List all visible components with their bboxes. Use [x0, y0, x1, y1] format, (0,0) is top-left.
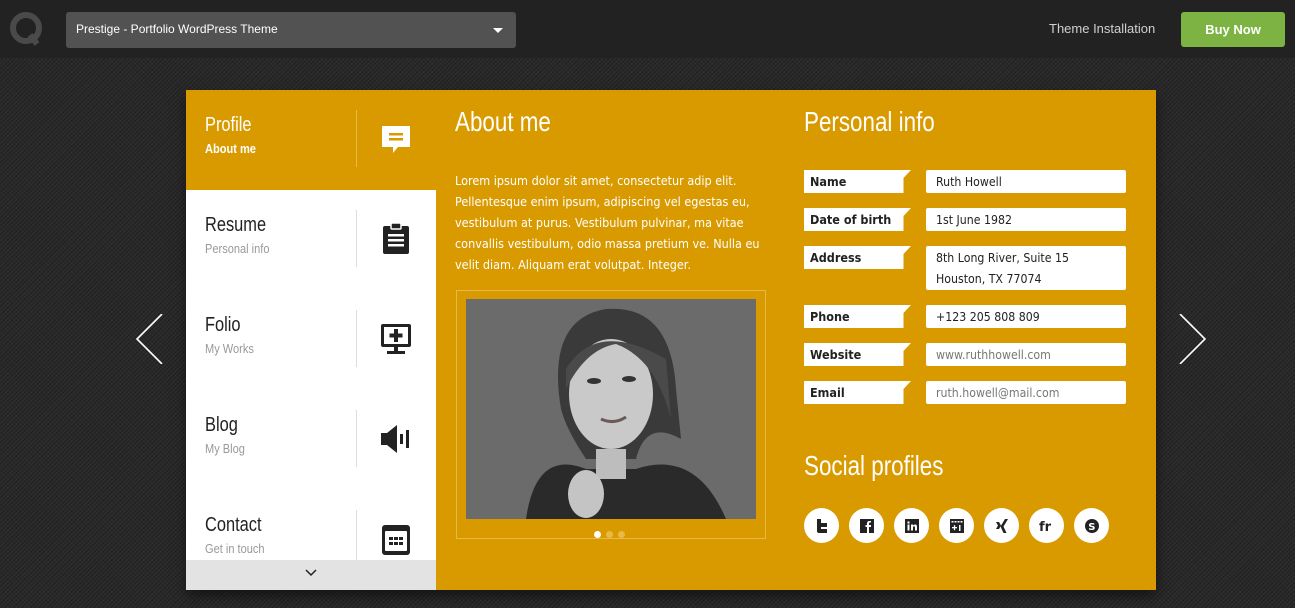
divider — [356, 510, 357, 567]
chevron-down-icon — [305, 569, 317, 577]
info-value-website[interactable]: www.ruthhowell.com — [926, 343, 1126, 366]
sidebar-item-profile[interactable]: Profile About me — [186, 90, 436, 190]
google-plus-icon[interactable] — [939, 508, 974, 543]
slider-dot-3[interactable] — [618, 531, 625, 538]
next-slide-arrow-icon[interactable] — [1168, 314, 1218, 364]
about-text: Lorem ipsum dolor sit amet, consectetur … — [455, 173, 760, 272]
friendfeed-icon[interactable]: fr — [1029, 508, 1064, 543]
slider-dot-2[interactable] — [606, 531, 613, 538]
buy-now-button[interactable]: Buy Now — [1181, 12, 1285, 47]
info-value-name[interactable]: Ruth Howell — [926, 170, 1126, 193]
info-label: Website — [804, 343, 911, 366]
clipboard-icon — [383, 223, 409, 254]
divider — [356, 410, 357, 467]
slider-dot-1[interactable] — [594, 531, 601, 538]
previous-slide-arrow-icon[interactable] — [130, 314, 180, 364]
svg-text:fr: fr — [1039, 520, 1052, 534]
svg-text:S: S — [1088, 522, 1095, 533]
sidebar-item-title: Blog — [205, 414, 238, 436]
info-label: Name — [804, 170, 911, 193]
sidebar-item-title: Contact — [205, 514, 262, 536]
top-bar: Prestige - Portfolio WordPress Theme The… — [0, 0, 1295, 58]
info-value-date-of-birth[interactable]: 1st June 1982 — [926, 208, 1126, 231]
sidebar-item-blog[interactable]: Blog My Blog — [186, 390, 436, 490]
info-label: Address — [804, 246, 911, 269]
chevron-down-icon — [493, 28, 503, 33]
divider — [356, 210, 357, 267]
info-value-phone[interactable]: +123 205 808 809 — [926, 305, 1126, 328]
about-title: About me — [455, 106, 551, 137]
divider — [356, 110, 357, 167]
sidebar-item-subtitle: About me — [205, 141, 256, 156]
logo-icon[interactable] — [9, 11, 45, 47]
sidebar-item-subtitle: Get in touch — [205, 541, 265, 556]
monitor-plus-icon — [381, 324, 411, 354]
xing-icon[interactable] — [984, 508, 1019, 543]
skype-icon[interactable]: S — [1074, 508, 1109, 543]
megaphone-icon — [381, 425, 409, 453]
sidebar-item-title: Resume — [205, 214, 267, 236]
info-label: Phone — [804, 305, 911, 328]
slider-pagination — [594, 525, 630, 543]
info-label: Date of birth — [804, 208, 911, 231]
facebook-icon[interactable] — [849, 508, 884, 543]
sidebar-item-subtitle: My Works — [205, 341, 254, 356]
speech-bubble-icon — [382, 126, 410, 153]
profile-card: Profile About me Resume Personal info Fo… — [186, 90, 1156, 590]
sidebar-item-subtitle: My Blog — [205, 441, 245, 456]
divider — [356, 310, 357, 367]
photo-slider — [456, 290, 766, 539]
sidebar-item-subtitle: Personal info — [205, 241, 270, 256]
sidebar-item-folio[interactable]: Folio My Works — [186, 290, 436, 390]
twitter-icon[interactable] — [804, 508, 839, 543]
personal-info-title: Personal info — [804, 106, 935, 137]
info-value-address[interactable]: 8th Long River, Suite 15 Houston, TX 770… — [926, 246, 1126, 290]
social-profiles-title: Social profiles — [804, 450, 944, 481]
info-value-email[interactable]: ruth.howell@mail.com — [926, 381, 1126, 404]
sidebar-scroll-down-button[interactable] — [186, 560, 436, 590]
profile-photo — [466, 299, 756, 519]
theme-selector-dropdown[interactable]: Prestige - Portfolio WordPress Theme — [66, 12, 516, 48]
theme-selector-label: Prestige - Portfolio WordPress Theme — [76, 22, 278, 36]
sidebar-item-title: Profile — [205, 114, 252, 136]
sidebar-item-resume[interactable]: Resume Personal info — [186, 190, 436, 290]
calendar-icon — [382, 525, 410, 555]
theme-installation-link[interactable]: Theme Installation — [1049, 21, 1155, 36]
sidebar-item-title: Folio — [205, 314, 241, 336]
info-label: Email — [804, 381, 911, 404]
linkedin-icon[interactable] — [894, 508, 929, 543]
sidebar-nav: Profile About me Resume Personal info Fo… — [186, 90, 436, 590]
